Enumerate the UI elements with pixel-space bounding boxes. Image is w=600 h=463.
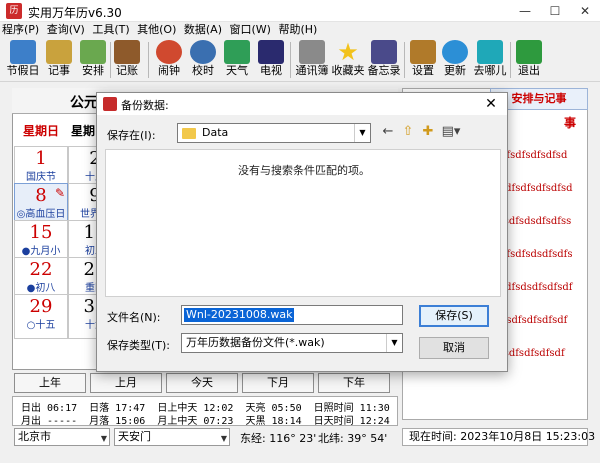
toolbar-holiday-button[interactable]: 节假日 — [6, 40, 40, 80]
edit-pencil-icon: ✎ — [55, 186, 66, 200]
district-select[interactable]: 天安门 ▼ — [114, 428, 230, 446]
toolbar-schedule-button[interactable]: 安排 — [78, 40, 108, 80]
clock-sync-icon — [190, 40, 216, 64]
toolbar-update-button[interactable]: 更新 — [440, 40, 470, 80]
toolbar: 节假日 记事 安排 记账 闹钟 校时 天气 电视 通讯簿 ★ 收藏夹 备忘录 设置… — [0, 38, 600, 82]
toolbar-memo-button[interactable]: 备忘录 — [366, 40, 402, 80]
menu-query[interactable]: 查询(V) — [45, 22, 87, 38]
filetype-select[interactable]: 万年历数据备份文件(*.wak) ▼ — [181, 333, 403, 353]
toolbar-separator — [510, 42, 511, 78]
alarm-icon — [156, 40, 182, 64]
toolbar-separator — [404, 42, 405, 78]
folder-icon — [182, 128, 196, 139]
prev-month-button[interactable]: 上月 — [90, 373, 162, 393]
next-month-button[interactable]: 下月 — [242, 373, 314, 393]
toolbar-separator — [148, 42, 149, 78]
chevron-down-icon: ▼ — [354, 124, 370, 142]
settings-icon — [410, 40, 436, 64]
menu-bar: 程序(P) 查询(V) 工具(T) 其他(O) 数据(A) 窗口(W) 帮助(H… — [0, 22, 600, 38]
weather-icon — [224, 40, 250, 64]
filetype-label: 保存类型(T): — [107, 339, 171, 352]
menu-window[interactable]: 窗口(W) — [228, 22, 273, 38]
qunar-camel-icon — [477, 40, 503, 64]
cancel-button[interactable]: 取消 — [419, 337, 489, 359]
close-button[interactable]: ✕ — [570, 0, 600, 22]
save-in-select[interactable]: Data ▼ — [177, 123, 371, 143]
toolbar-qunar-button[interactable]: 去哪儿 — [472, 40, 508, 80]
window-title: 实用万年历v6.30 — [28, 6, 122, 20]
menu-tools[interactable]: 工具(T) — [90, 22, 131, 38]
ledger-icon — [114, 40, 140, 64]
holiday-icon — [10, 40, 36, 64]
toolbar-favorites-button[interactable]: ★ 收藏夹 — [330, 40, 366, 80]
sun-moon-info: 日出 06:17 日落 17:47 日上中天 12:02 天亮 05:50 日照… — [12, 396, 398, 427]
window-titlebar: 历 实用万年历v6.30 — ☐ ✕ — [0, 0, 600, 22]
toolbar-separator — [290, 42, 291, 78]
current-time: 现在时间: 2023年10月8日 15:23:03 — [402, 428, 595, 446]
toolbar-separator — [110, 42, 111, 78]
weekday-sunday: 星期日 — [22, 124, 59, 138]
dialog-titlebar: 备份数据: ✕ — [97, 93, 507, 115]
chevron-down-icon: ▼ — [386, 334, 402, 352]
view-menu-icon[interactable]: ▤▾ — [439, 123, 463, 141]
favorites-star-icon: ★ — [337, 38, 359, 66]
toolbar-exit-button[interactable]: 退出 — [514, 40, 544, 80]
notes-icon — [46, 40, 72, 64]
toolbar-contacts-button[interactable]: 通讯簿 — [294, 40, 330, 80]
toolbar-ledger-button[interactable]: 记账 — [112, 40, 142, 80]
menu-program[interactable]: 程序(P) — [0, 22, 41, 38]
weekday-monday: 星期 — [70, 124, 95, 138]
empty-message: 没有与搜索条件匹配的项。 — [238, 164, 370, 177]
longitude-text: 东经: 116° 23' — [240, 432, 317, 445]
save-in-label: 保存在(I): — [107, 129, 156, 142]
minimize-button[interactable]: — — [510, 0, 540, 22]
toolbar-notes-button[interactable]: 记事 — [44, 40, 74, 80]
maximize-button[interactable]: ☐ — [540, 0, 570, 22]
app-icon: 历 — [6, 3, 22, 19]
dialog-title: 备份数据: — [121, 99, 169, 112]
chevron-down-icon: ▼ — [100, 434, 107, 443]
menu-other[interactable]: 其他(O) — [135, 22, 178, 38]
toolbar-tv-button[interactable]: 电视 — [256, 40, 286, 80]
update-icon — [442, 40, 468, 64]
city-select[interactable]: 北京市 ▼ — [14, 428, 110, 446]
latitude-text: 北纬: 39° 54' — [318, 432, 388, 445]
filename-input[interactable]: Wnl-20231008.wak — [181, 305, 403, 325]
backup-dialog: 备份数据: ✕ 保存在(I): Data ▼ ← ⇧ ✚ ▤▾ 没有与搜索条件匹… — [96, 92, 508, 372]
toolbar-settings-button[interactable]: 设置 — [408, 40, 438, 80]
contacts-icon — [299, 40, 325, 64]
back-arrow-icon[interactable]: ← — [379, 123, 397, 141]
toolbar-alarm-button[interactable]: 闹钟 — [154, 40, 184, 80]
notes-text: dfsdfsdfsdfsd sdfsdfsdfsdfsd fsdfsdsdfsd… — [500, 150, 573, 359]
today-button[interactable]: 今天 — [166, 373, 238, 393]
moon-info-row: 月出 ----- 月落 15:06 月上中天 07:23 天黑 18:14 日天… — [21, 416, 390, 427]
file-list[interactable]: 没有与搜索条件匹配的项。 — [105, 149, 501, 297]
dialog-app-icon — [103, 97, 117, 111]
dialog-close-button[interactable]: ✕ — [481, 95, 501, 113]
toolbar-clock-sync-button[interactable]: 校时 — [188, 40, 218, 80]
exit-door-icon — [516, 40, 542, 64]
save-button[interactable]: 保存(S) — [419, 305, 489, 327]
tv-icon — [258, 40, 284, 64]
chevron-down-icon: ▼ — [220, 434, 227, 443]
day-cell[interactable]: 29 ○十五 — [14, 294, 68, 339]
calendar-header-title: 公元 — [70, 95, 98, 111]
filename-label: 文件名(N): — [107, 311, 161, 324]
toolbar-weather-button[interactable]: 天气 — [222, 40, 252, 80]
prev-year-button[interactable]: 上年 — [14, 373, 86, 393]
up-folder-icon[interactable]: ⇧ — [399, 123, 417, 141]
memo-icon — [371, 40, 397, 64]
next-year-button[interactable]: 下年 — [318, 373, 390, 393]
schedule-icon — [80, 40, 106, 64]
menu-help[interactable]: 帮助(H) — [276, 22, 319, 38]
menu-data[interactable]: 数据(A) — [182, 22, 224, 38]
new-folder-icon[interactable]: ✚ — [419, 123, 437, 141]
